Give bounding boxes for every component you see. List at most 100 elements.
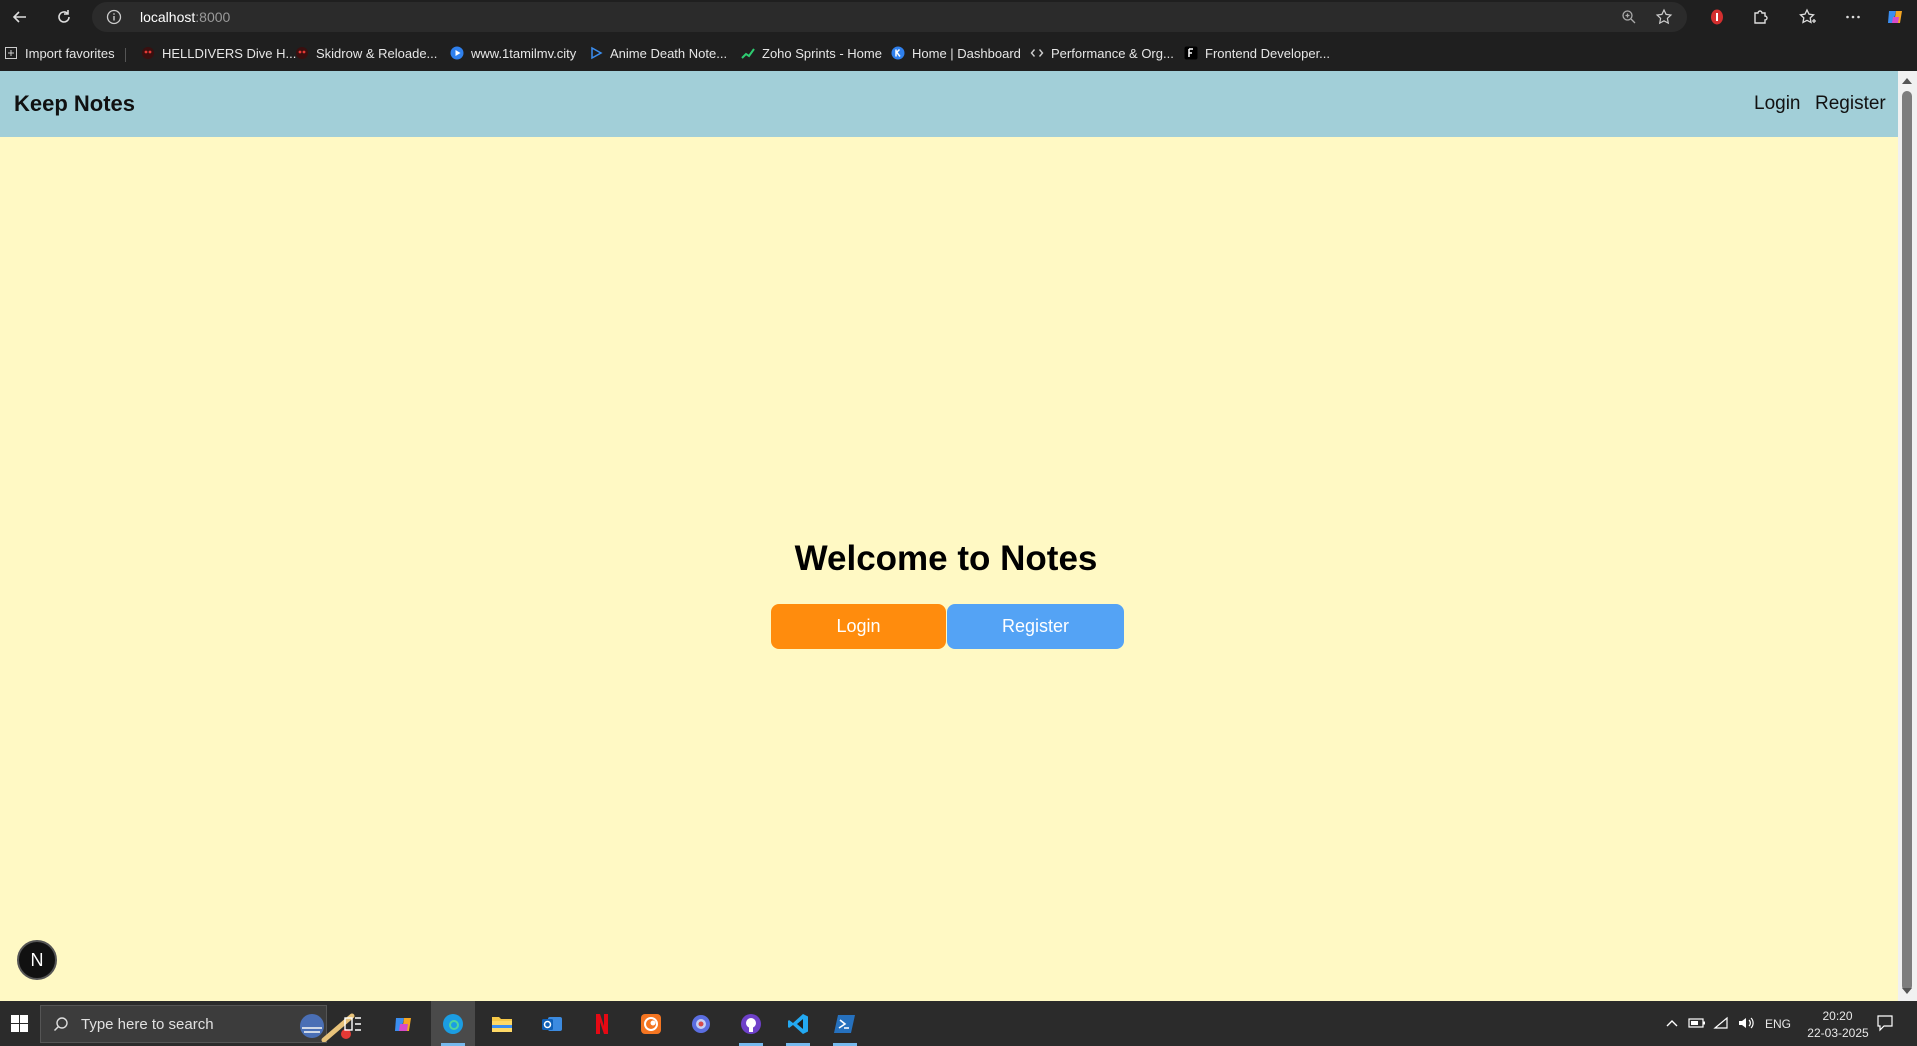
badge-letter: N [30, 949, 44, 970]
bookmark-label: Anime Death Note... [610, 45, 728, 61]
volume-icon[interactable] [1737, 1015, 1755, 1031]
taskbar: Type here to search ENG 20:20 22-03-2025 [0, 1001, 1917, 1046]
windows-logo-icon [10, 1015, 28, 1032]
taskbar-copilot[interactable] [381, 1001, 425, 1046]
folder-icon [492, 1016, 512, 1032]
taskbar-file-explorer[interactable] [480, 1001, 524, 1046]
zoho-sprints-icon [741, 48, 755, 59]
search-placeholder: Type here to search [81, 1016, 214, 1033]
register-button[interactable]: Register [947, 604, 1124, 649]
bookmark-label: Zoho Sprints - Home [762, 45, 882, 61]
scrollbar-thumb[interactable] [1902, 91, 1912, 991]
url-host: localhost [140, 9, 196, 25]
bookmark-zoho-sprints[interactable]: Zoho Sprints - Home [741, 43, 882, 63]
red-shield-extension-icon [1711, 9, 1723, 25]
bookmark-label: Skidrow & Reloade... [316, 45, 438, 61]
battery-icon[interactable] [1688, 1016, 1706, 1030]
bookmark-label: Home | Dashboard [912, 45, 1021, 61]
chevron-up-icon[interactable] [1666, 1018, 1678, 1028]
navbar: Keep Notes Login Register [0, 71, 1898, 137]
taskbar-vscode[interactable] [776, 1001, 820, 1046]
outlook-icon [542, 1016, 562, 1031]
favorites-button[interactable] [1793, 2, 1823, 32]
search-icon [53, 1017, 68, 1032]
clock-time[interactable]: 20:20 [1815, 1009, 1860, 1023]
wifi-icon[interactable] [1713, 1016, 1729, 1030]
nav-register-link[interactable]: Register [1815, 93, 1886, 115]
address-bar[interactable]: localhost:8000 [92, 2, 1687, 32]
url-text: localhost:8000 [140, 9, 230, 25]
taskbar-outlook[interactable] [530, 1001, 574, 1046]
bookmark-import-favorites[interactable]: Import favorites [4, 43, 115, 63]
bookmark-separator [125, 48, 126, 62]
back-arrow-icon [12, 11, 26, 23]
url-port: :8000 [195, 9, 231, 25]
bookmark-anime-death-note[interactable]: Anime Death Note... [589, 43, 727, 63]
brand-title[interactable]: Keep Notes [14, 91, 135, 117]
bookmark-skidrow[interactable]: Skidrow & Reloade... [295, 43, 437, 63]
favorites-icon [1799, 8, 1816, 24]
nav-login-link[interactable]: Login [1754, 93, 1801, 115]
copilot-icon [395, 1017, 411, 1031]
taskbar-crunchyroll[interactable] [629, 1001, 673, 1046]
bookmark-helldivers[interactable]: HELLDIVERS Dive H... [141, 43, 296, 63]
scroll-up-arrow-icon[interactable] [1902, 78, 1912, 84]
copilot-icon [1888, 11, 1902, 23]
taskbar-powershell[interactable] [823, 1001, 867, 1046]
extensions-button[interactable] [1745, 2, 1775, 32]
netflix-icon [596, 1013, 608, 1034]
skull-icon [296, 47, 308, 59]
login-button[interactable]: Login [771, 604, 946, 649]
import-icon [5, 47, 17, 59]
play-outline-icon [591, 46, 603, 60]
bookmark-label: HELLDIVERS Dive H... [162, 45, 297, 61]
back-button[interactable] [5, 2, 35, 32]
copilot-button[interactable] [1880, 2, 1910, 32]
play-circle-icon [450, 46, 464, 60]
bookmark-1tamilmv[interactable]: www.1tamilmv.city [450, 43, 576, 63]
more-dots-icon [1846, 15, 1860, 19]
extension-button[interactable] [1702, 2, 1732, 32]
taskbar-search-box[interactable]: Type here to search [40, 1005, 355, 1043]
puzzle-icon [1754, 10, 1768, 24]
profile-circle-icon [692, 1014, 710, 1033]
start-button[interactable] [0, 1001, 38, 1046]
bookmarks-bar: Import favorites HELLDIVERS Dive H... Sk… [0, 34, 1917, 72]
page-scrollbar[interactable] [1898, 71, 1917, 1001]
bookmark-performance-org[interactable]: Performance & Org... [1030, 43, 1174, 63]
zoom-icon[interactable] [1621, 9, 1637, 25]
scroll-down-arrow-icon[interactable] [1902, 988, 1912, 994]
bookmark-label: www.1tamilmv.city [471, 45, 577, 61]
more-menu-button[interactable] [1838, 2, 1868, 32]
clock-date[interactable]: 22-03-2025 [1798, 1026, 1878, 1040]
language-indicator[interactable]: ENG [1765, 1017, 1791, 1031]
bookmark-frontend-developer[interactable]: Frontend Developer... [1184, 43, 1330, 63]
task-view-icon [344, 1016, 361, 1031]
crunchyroll-icon [641, 1013, 661, 1034]
site-info-icon[interactable] [106, 9, 122, 25]
taskbar-netflix[interactable] [580, 1001, 624, 1046]
bookmark-label: Frontend Developer... [1205, 45, 1331, 61]
powershell-icon [834, 1014, 855, 1033]
welcome-heading: Welcome to Notes [794, 539, 1098, 578]
skull-icon [142, 47, 154, 59]
task-view-button[interactable] [331, 1001, 375, 1046]
favorite-star-icon[interactable] [1655, 8, 1673, 26]
reload-button[interactable] [49, 2, 79, 32]
page-viewport: Keep Notes Login Register Welcome to Not… [0, 71, 1898, 1001]
taskbar-profile-app[interactable] [679, 1001, 723, 1046]
notifications-icon[interactable] [1876, 1014, 1894, 1032]
bookmark-label: Performance & Org... [1051, 45, 1174, 61]
browser-toolbar: localhost:8000 [0, 0, 1917, 34]
vscode-icon [788, 1013, 808, 1034]
nextjs-dev-badge[interactable]: N [17, 940, 57, 980]
edge-browser-icon [443, 1013, 463, 1034]
bookmark-label: Import favorites [25, 45, 115, 61]
bookmark-home-dashboard[interactable]: Home | Dashboard [891, 43, 1021, 63]
github-icon [741, 1013, 761, 1034]
code-brackets-icon [1030, 49, 1044, 57]
k-logo-icon [891, 46, 905, 60]
taskbar-edge[interactable] [431, 1001, 475, 1046]
taskbar-github[interactable] [729, 1001, 773, 1046]
reload-icon [58, 10, 70, 23]
